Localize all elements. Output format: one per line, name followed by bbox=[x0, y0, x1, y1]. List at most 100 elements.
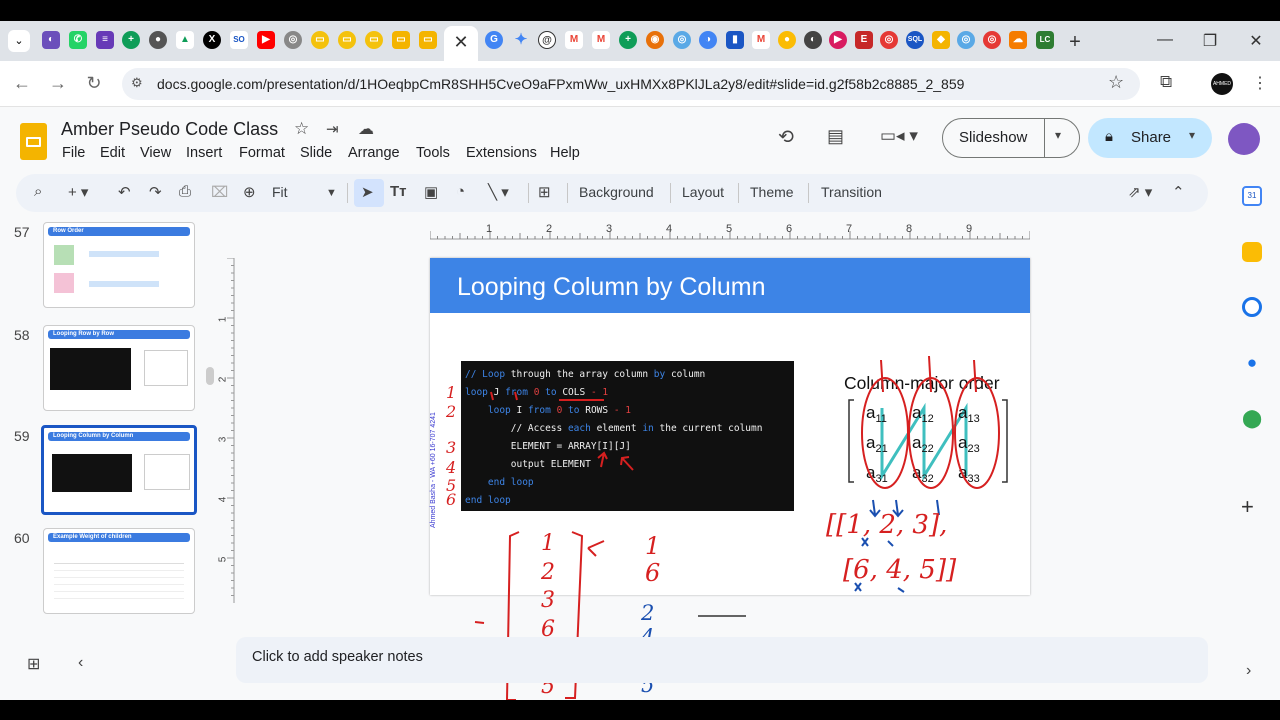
tab-favicon-icon[interactable]: + bbox=[619, 31, 637, 49]
tab-favicon-icon[interactable]: ◆ bbox=[932, 31, 950, 49]
vertical-ruler[interactable] bbox=[218, 258, 235, 603]
tab-favicon-icon[interactable]: SO bbox=[230, 31, 248, 49]
select-cursor-icon[interactable]: ➤ bbox=[361, 183, 374, 201]
gmail-tab-icon[interactable]: M bbox=[752, 31, 770, 49]
youtube-tab-icon[interactable]: ▶ bbox=[257, 31, 275, 49]
slideshow-button[interactable]: Slideshow bbox=[959, 129, 1027, 146]
tab-favicon-icon[interactable]: ◎ bbox=[983, 31, 1001, 49]
column-major-label[interactable]: Column-major order bbox=[844, 373, 1000, 394]
tab-favicon-icon[interactable]: ◎ bbox=[957, 31, 975, 49]
site-info-icon[interactable]: ⚙ bbox=[131, 75, 143, 91]
line-icon[interactable]: ╲ ▾ bbox=[488, 183, 509, 201]
pen-mode-icon[interactable]: ⇗ ▾ bbox=[1128, 183, 1152, 201]
forms-tab-icon[interactable]: ≡ bbox=[96, 31, 114, 49]
print-icon[interactable]: ⎙ bbox=[179, 183, 191, 200]
menu-extensions[interactable]: Extensions bbox=[466, 145, 537, 161]
menu-view[interactable]: View bbox=[140, 145, 171, 161]
undo-icon[interactable]: ↶ bbox=[118, 183, 131, 201]
slides-logo-icon[interactable] bbox=[20, 123, 47, 160]
menu-insert[interactable]: Insert bbox=[186, 145, 222, 161]
collapse-filmstrip-icon[interactable]: ‹ bbox=[78, 654, 83, 672]
paint-format-icon[interactable]: ⌧ bbox=[211, 183, 228, 201]
tab-favicon-icon[interactable]: ◑ bbox=[699, 31, 717, 49]
contacts-icon[interactable]: ● bbox=[1242, 353, 1262, 373]
menu-slide[interactable]: Slide bbox=[300, 145, 332, 161]
zoom-dropdown-icon[interactable]: ▼ bbox=[326, 187, 337, 199]
extensions-icon[interactable]: ⧉ bbox=[1160, 72, 1172, 92]
speaker-notes-placeholder[interactable]: Click to add speaker notes bbox=[252, 649, 423, 665]
image-icon[interactable]: ▣ bbox=[424, 183, 438, 201]
share-button[interactable]: Share bbox=[1131, 129, 1171, 146]
tab-favicon-icon[interactable]: ▶ bbox=[829, 31, 847, 49]
drive-tab-icon[interactable]: ▲ bbox=[176, 31, 194, 49]
close-window-button[interactable]: ✕ bbox=[1246, 31, 1266, 51]
tab-favicon-icon[interactable]: ◎ bbox=[673, 31, 691, 49]
cloud-tab-icon[interactable]: ☁ bbox=[1009, 31, 1027, 49]
zoom-icon[interactable]: ⊕ bbox=[243, 183, 256, 201]
collapse-toolbar-icon[interactable]: ⌃ bbox=[1172, 183, 1185, 201]
tasks-icon[interactable] bbox=[1242, 297, 1262, 317]
menu-format[interactable]: Format bbox=[239, 145, 285, 161]
background-button[interactable]: Background bbox=[579, 184, 654, 200]
slide-thumbnail-selected[interactable]: Looping Column by Column bbox=[41, 425, 197, 515]
move-folder-icon[interactable]: ⇥ bbox=[326, 120, 339, 138]
column-major-matrix[interactable]: a11 a12 a13a21 a22 a23a31 a32 a33 bbox=[844, 396, 1014, 488]
tab-favicon-icon[interactable]: E bbox=[855, 31, 873, 49]
menu-tools[interactable]: Tools bbox=[416, 145, 450, 161]
star-icon[interactable]: ☆ bbox=[294, 119, 309, 139]
calendar-icon[interactable]: 31 bbox=[1242, 186, 1262, 206]
slides-tab-icon[interactable]: ▭ bbox=[419, 31, 437, 49]
menu-help[interactable]: Help bbox=[550, 145, 580, 161]
text-box-icon[interactable]: Tт bbox=[390, 183, 407, 200]
browser-menu-icon[interactable]: ⋮ bbox=[1252, 73, 1268, 93]
menu-arrange[interactable]: Arrange bbox=[348, 145, 400, 161]
x-tab-icon[interactable]: X bbox=[203, 31, 221, 49]
maps-icon[interactable]: ⬤ bbox=[1242, 408, 1262, 428]
gmail-tab-icon[interactable]: M bbox=[592, 31, 610, 49]
share-dropdown-icon[interactable]: ▾ bbox=[1189, 128, 1195, 142]
gemini-tab-icon[interactable]: ✦ bbox=[512, 31, 530, 49]
profile-avatar[interactable]: AHMED bbox=[1211, 73, 1233, 95]
tab-favicon-icon[interactable]: @ bbox=[538, 31, 556, 49]
get-addons-icon[interactable]: + bbox=[1241, 494, 1254, 520]
comments-icon[interactable]: ▤ bbox=[827, 126, 844, 147]
theme-button[interactable]: Theme bbox=[750, 184, 794, 200]
slide[interactable]: Looping Column by Column // Loop through… bbox=[430, 258, 1030, 595]
zoom-select[interactable]: Fit bbox=[272, 184, 288, 200]
slides-tab-icon[interactable]: ▭ bbox=[365, 31, 383, 49]
minimize-button[interactable]: — bbox=[1155, 31, 1175, 49]
tab-favicon-icon[interactable]: LC bbox=[1036, 31, 1054, 49]
keep-icon[interactable] bbox=[1242, 242, 1262, 262]
add-tab-icon[interactable]: + bbox=[122, 31, 140, 49]
account-avatar[interactable] bbox=[1228, 123, 1260, 155]
slide-title[interactable]: Looping Column by Column bbox=[457, 273, 766, 302]
bookmark-star-icon[interactable]: ☆ bbox=[1108, 72, 1124, 93]
forward-arrow-icon[interactable]: → bbox=[46, 73, 70, 94]
shape-icon[interactable]: ◔ bbox=[456, 183, 465, 200]
tab-search-icon[interactable]: ⌄ bbox=[8, 30, 30, 52]
tab-favicon-icon[interactable]: SQL bbox=[906, 31, 924, 49]
slide-thumbnail[interactable]: Looping Row by Row bbox=[43, 325, 195, 411]
transition-button[interactable]: Transition bbox=[821, 184, 882, 200]
tab-favicon-icon[interactable]: ◐ bbox=[42, 31, 60, 49]
slides-tab-icon[interactable]: ▭ bbox=[311, 31, 329, 49]
filmstrip-scrollbar[interactable] bbox=[206, 367, 214, 385]
meet-icon[interactable]: ▭◂ ▾ bbox=[880, 126, 918, 146]
menu-edit[interactable]: Edit bbox=[100, 145, 125, 161]
bookmark-tab-icon[interactable]: ▮ bbox=[726, 31, 744, 49]
tab-favicon-icon[interactable]: ◐ bbox=[804, 31, 822, 49]
new-slide-icon[interactable]: + ▾ bbox=[68, 183, 88, 201]
url-text[interactable]: docs.google.com/presentation/d/1HOeqbpCm… bbox=[157, 76, 964, 92]
new-tab-button[interactable]: + bbox=[1065, 31, 1085, 54]
redo-icon[interactable]: ↷ bbox=[149, 183, 162, 201]
back-arrow-icon[interactable]: ← bbox=[10, 73, 34, 94]
slideshow-dropdown-icon[interactable]: ▾ bbox=[1055, 128, 1061, 142]
reload-icon[interactable]: ↻ bbox=[82, 73, 106, 94]
slides-tab-icon[interactable]: ▭ bbox=[392, 31, 410, 49]
grid-view-icon[interactable]: ⊞ bbox=[27, 654, 40, 674]
tab-favicon-icon[interactable]: ● bbox=[149, 31, 167, 49]
slide-thumbnail[interactable]: Row Order bbox=[43, 222, 195, 308]
document-title[interactable]: Amber Pseudo Code Class bbox=[61, 119, 278, 140]
tab-favicon-icon[interactable]: ◉ bbox=[646, 31, 664, 49]
show-side-panel-icon[interactable]: › bbox=[1246, 662, 1251, 680]
